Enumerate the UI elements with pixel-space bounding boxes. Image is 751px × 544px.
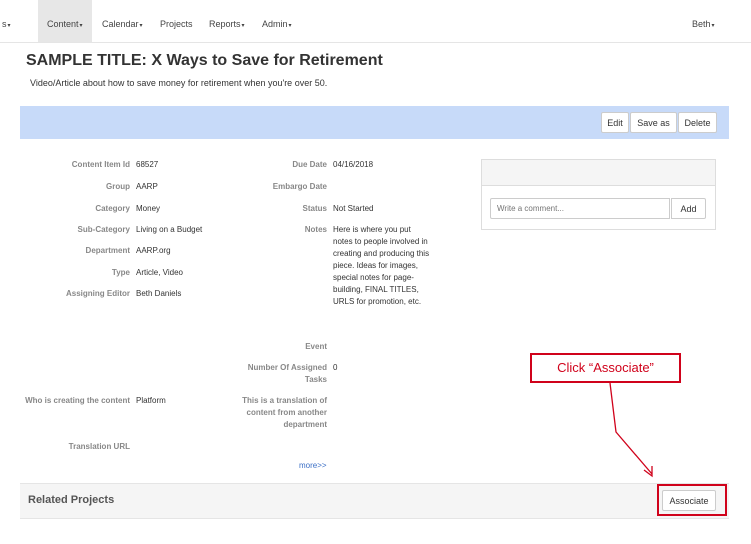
field-label: Group [106,182,130,191]
caret-icon: ▾ [79,23,83,29]
field-value: Platform [136,396,166,405]
nav-item-admin[interactable]: Admin▾ [262,0,292,42]
save-as-button[interactable]: Save as [630,112,677,133]
comment-panel-header [482,160,715,186]
field-label: Number Of Assigned Tasks [247,363,327,384]
caret-icon: ▾ [288,23,292,29]
field-value: Money [136,204,161,213]
notes-value: Here is where you put notes to people in… [333,225,430,306]
caret-icon: ▾ [7,23,11,29]
field-label: Who is creating the content [25,396,130,405]
field-value: 0 [333,363,338,372]
nav-label: Content [47,19,79,29]
nav-item-reports[interactable]: Reports▾ [209,0,245,42]
caret-icon: ▾ [139,23,143,29]
field-value: 68527 [136,160,159,169]
field-label: Embargo Date [272,182,327,191]
field-value: Living on a Budget [136,225,203,234]
nav-label: Projects [160,19,193,29]
field-label: Department [85,246,130,255]
page-subtitle: Video/Article about how to save money fo… [30,78,328,88]
user-name: Beth [692,19,711,29]
action-toolbar: Edit Save as Delete [20,106,729,139]
edit-button[interactable]: Edit [601,112,629,133]
field-value: Beth Daniels [136,289,182,298]
nav-label: Admin [262,19,288,29]
field-label: Content Item Id [71,160,130,169]
field-label: Notes [304,225,327,234]
related-projects-bar: Related Projects Associate [20,483,729,519]
nav-item-projects[interactable]: Projects [160,0,193,42]
field-label: Status [302,204,327,213]
nav-label: s [2,19,7,29]
nav-label: Reports [209,19,241,29]
page-title: SAMPLE TITLE: X Ways to Save for Retirem… [26,52,383,69]
add-comment-button[interactable]: Add [671,198,706,219]
related-projects-title: Related Projects [28,494,115,506]
delete-button[interactable]: Delete [678,112,717,133]
nav-item-truncated[interactable]: s▾ [2,0,11,42]
caret-icon: ▾ [711,23,715,29]
field-label: Due Date [292,160,327,169]
field-label: Sub-Category [77,225,130,234]
field-label: Category [95,204,130,213]
field-value: Not Started [333,204,374,213]
field-label: This is a translation of content from an… [242,396,327,429]
comment-panel: Add [481,159,716,230]
field-label: Assigning Editor [66,289,130,298]
top-navbar: s▾ Content▾ Calendar▾ Projects Reports▾ … [0,0,751,43]
field-label: Event [305,342,327,351]
field-label: Translation URL [68,442,130,451]
nav-label: Calendar [102,19,139,29]
caret-icon: ▾ [241,23,245,29]
field-value: Article, Video [136,268,183,277]
callout-box: Click “Associate” [530,353,681,383]
nav-item-content[interactable]: Content▾ [38,0,92,42]
field-value: AARP.org [136,246,171,255]
comment-input[interactable] [490,198,670,219]
field-value: 04/16/2018 [333,160,374,169]
field-value: AARP [136,182,158,191]
more-link[interactable]: more>> [299,461,327,470]
user-menu[interactable]: Beth▾ [692,0,715,42]
associate-highlight [657,484,727,516]
nav-item-calendar[interactable]: Calendar▾ [102,0,143,42]
field-label: Type [111,268,130,277]
